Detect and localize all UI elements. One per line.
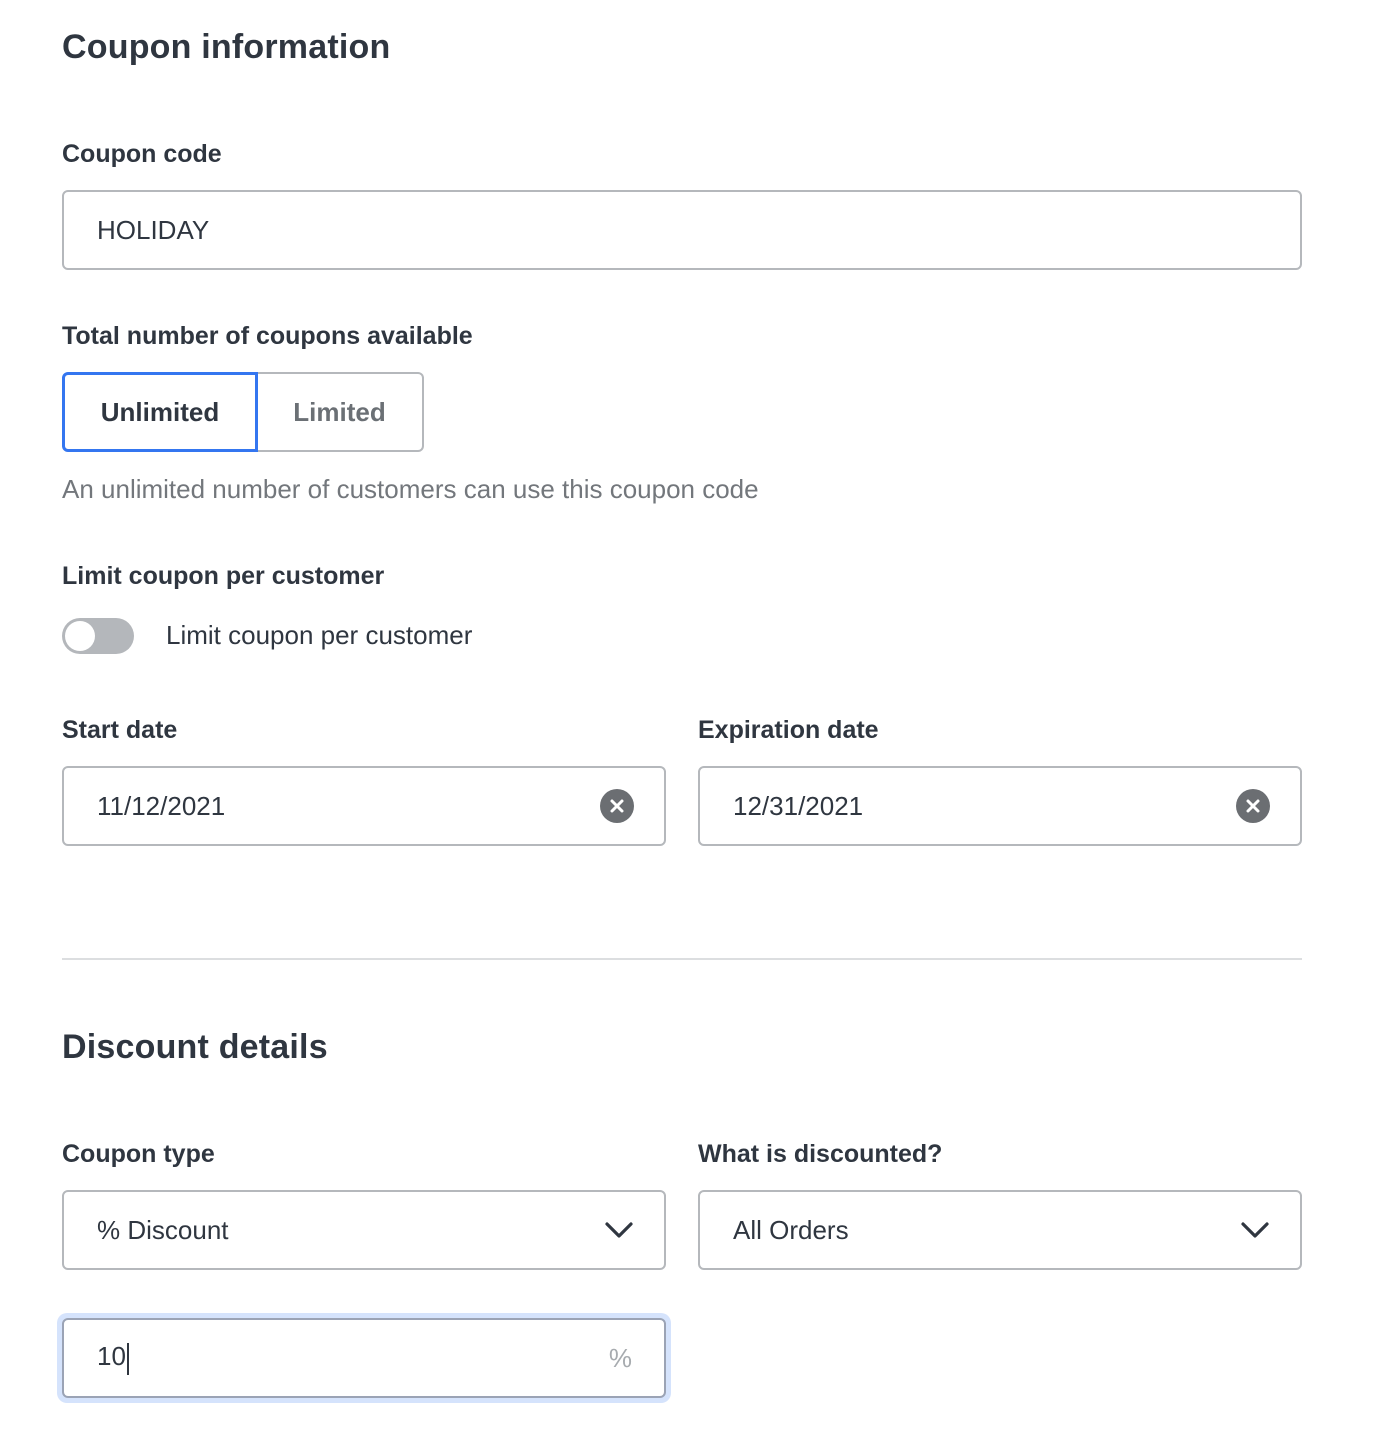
what-is-discounted-select[interactable]: All Orders — [698, 1190, 1302, 1270]
total-coupons-helper-text: An unlimited number of customers can use… — [62, 474, 759, 504]
limited-option[interactable]: Limited — [257, 372, 424, 452]
expiration-date-label: Expiration date — [698, 716, 879, 744]
coupon-code-input[interactable]: HOLIDAY — [62, 190, 1302, 270]
coupon-code-label: Coupon code — [62, 140, 222, 168]
text-caret — [126, 1342, 129, 1375]
coupon-type-label: Coupon type — [62, 1140, 215, 1168]
what-is-discounted-value: All Orders — [733, 1214, 849, 1245]
discount-details-heading: Discount details — [62, 1028, 328, 1066]
expiration-date-input[interactable]: 12/31/2021 — [698, 766, 1302, 846]
toggle-knob — [65, 621, 95, 651]
start-date-label: Start date — [62, 716, 178, 744]
discount-amount-value: 10 — [97, 1341, 126, 1372]
discount-amount-input[interactable]: 10 % — [62, 1318, 666, 1398]
total-coupons-segmented-control: Unlimited Limited — [62, 372, 424, 452]
section-divider — [62, 958, 1302, 960]
start-date-value: 11/12/2021 — [97, 790, 226, 821]
chevron-down-icon[interactable] — [1240, 1220, 1270, 1240]
coupon-type-select[interactable]: % Discount — [62, 1190, 666, 1270]
limit-per-customer-label: Limit coupon per customer — [62, 562, 385, 590]
percent-suffix: % — [608, 1342, 632, 1373]
coupon-code-value: HOLIDAY — [97, 214, 210, 245]
limit-per-customer-toggle-label[interactable]: Limit coupon per customer — [166, 620, 472, 651]
unlimited-option[interactable]: Unlimited — [62, 372, 258, 452]
clear-expiration-date-icon[interactable] — [1236, 789, 1270, 823]
start-date-input[interactable]: 11/12/2021 — [62, 766, 666, 846]
discount-amount-focus-ring: 10 % — [57, 1313, 671, 1403]
coupon-information-heading: Coupon information — [62, 28, 391, 66]
coupon-type-value: % Discount — [97, 1214, 229, 1245]
expiration-date-value: 12/31/2021 — [733, 790, 864, 821]
what-is-discounted-label: What is discounted? — [698, 1140, 943, 1168]
limit-per-customer-toggle[interactable] — [62, 618, 134, 654]
clear-start-date-icon[interactable] — [600, 789, 634, 823]
coupon-form-page: Coupon information Coupon code HOLIDAY T… — [0, 0, 1396, 1450]
total-coupons-label: Total number of coupons available — [62, 322, 473, 350]
chevron-down-icon[interactable] — [604, 1220, 634, 1240]
